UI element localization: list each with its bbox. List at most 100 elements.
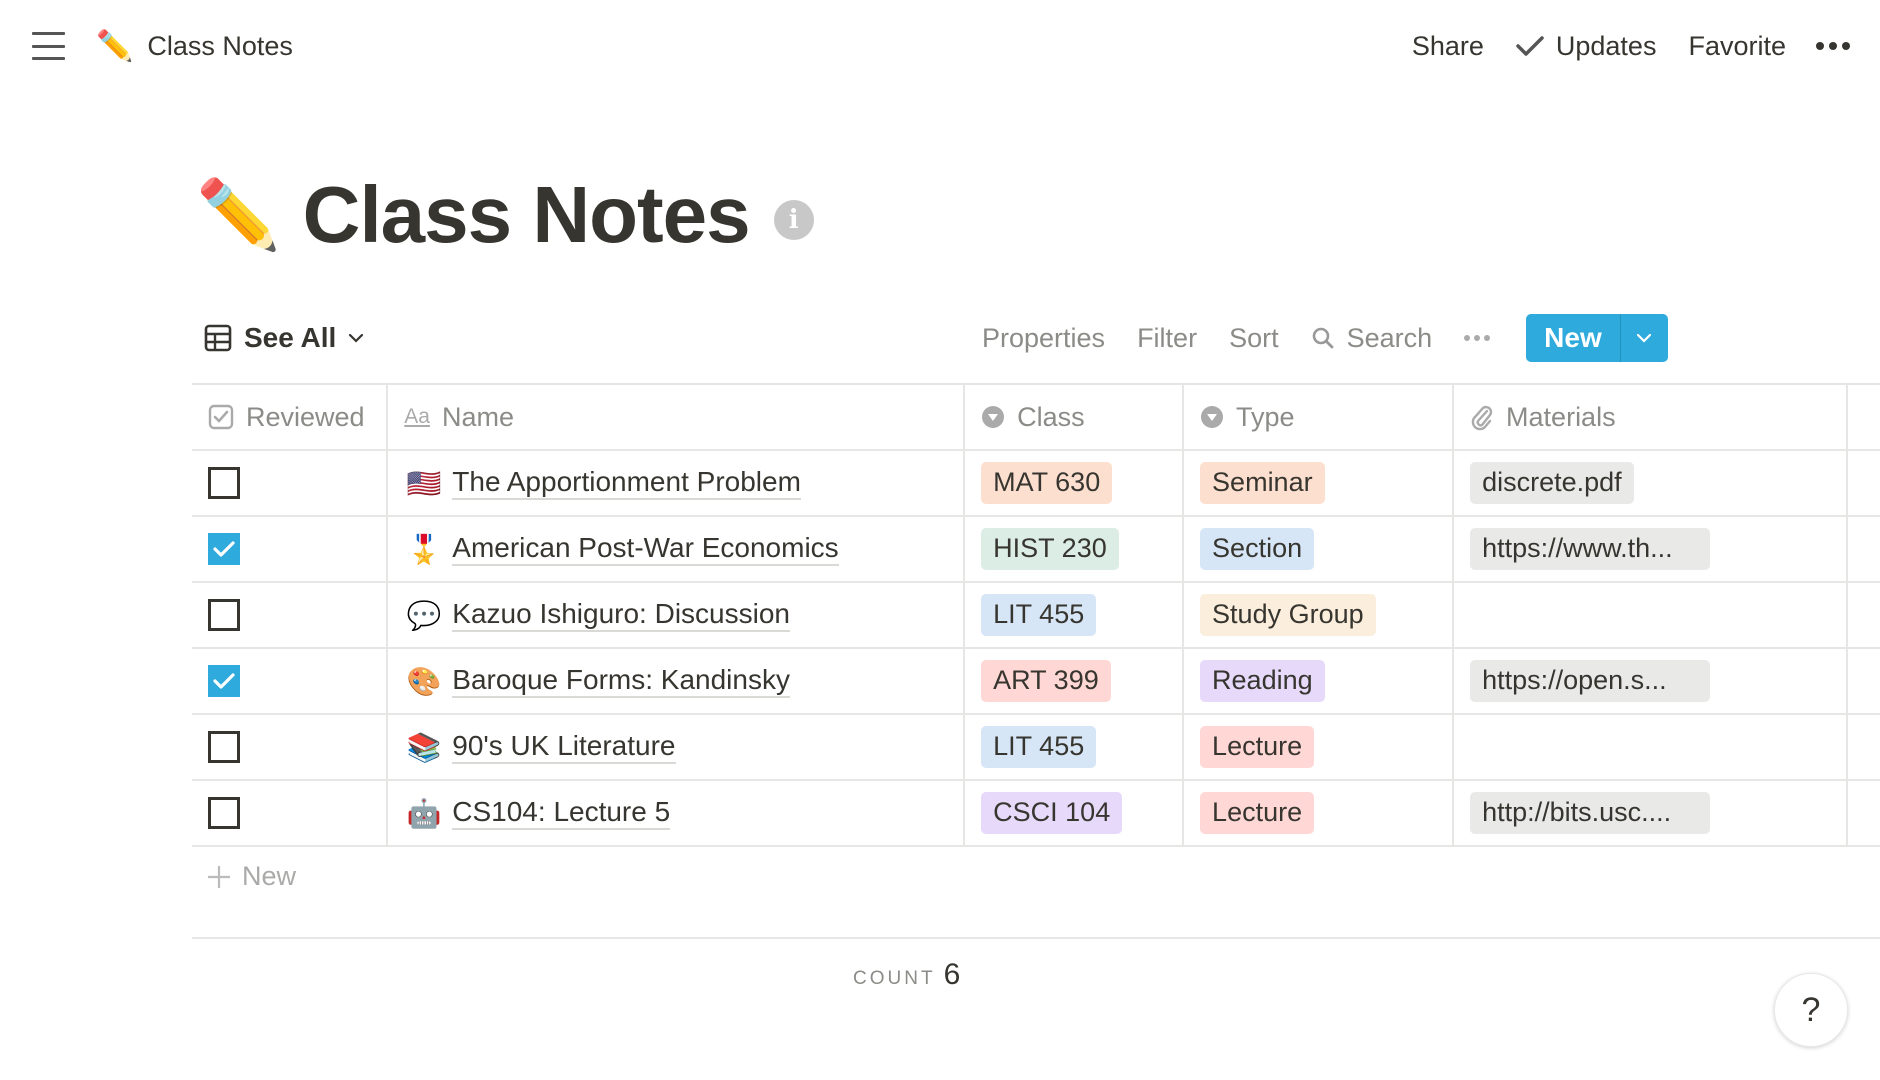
table-row[interactable]: 💬 Kazuo Ishiguro: Discussion LIT 455 Study … [192,583,1880,649]
cell-class[interactable]: HIST 230 [965,517,1185,581]
help-button[interactable]: ? [1774,973,1848,1047]
select-property-icon [1201,406,1224,428]
column-header-name[interactable]: Aa Name [388,385,966,449]
count-summary[interactable]: COUNT 6 [853,958,960,992]
cell-materials[interactable]: https://www.th... [1454,517,1849,581]
column-header-materials[interactable]: Materials [1454,385,1848,449]
new-button[interactable]: New [1526,314,1620,362]
cell-type[interactable]: Study Group [1184,583,1455,647]
pencil-icon[interactable]: ✏️ [196,175,281,255]
reviewed-checkbox[interactable] [208,467,240,499]
page-link[interactable]: Kazuo Ishiguro: Discussion [452,598,790,633]
page-link[interactable]: American Post-War Economics [452,532,839,567]
search-icon [1312,327,1333,349]
page-link[interactable]: CS104: Lecture 5 [452,796,671,831]
column-label: Class [1017,401,1085,432]
page-header: ✏️ Class Notes i [196,165,814,265]
cell-materials[interactable]: discrete.pdf [1454,451,1849,515]
cell-materials[interactable] [1454,715,1849,779]
more-horizontal-icon[interactable] [1816,42,1850,50]
count-value: 6 [943,958,961,991]
select-property-icon [982,406,1005,428]
table-row[interactable]: 🎖️ American Post-War Economics HIST 230 Sec… [192,517,1880,583]
cell-type[interactable]: Lecture [1184,715,1455,779]
cell-spacer [1848,715,1880,779]
table-row[interactable]: 🇺🇸 The Apportionment Problem MAT 630 Semina… [192,451,1880,517]
filter-button[interactable]: Filter [1137,323,1197,354]
table-row[interactable]: 🤖 CS104: Lecture 5 CSCI 104 Lecture http://b… [192,781,1880,847]
database-toolbar: Properties Filter Sort Search New [982,314,1668,362]
cell-materials[interactable] [1454,583,1849,647]
type-tag: Reading [1200,660,1325,702]
cell-type[interactable]: Seminar [1184,451,1455,515]
hamburger-menu-icon[interactable] [32,32,65,60]
table-row[interactable]: 🎨 Baroque Forms: Kandinsky ART 399 Reading h… [192,649,1880,715]
updates-label: Updates [1555,30,1657,61]
type-tag: Lecture [1200,792,1315,834]
class-tag: LIT 455 [981,726,1097,768]
reviewed-checkbox[interactable] [208,599,240,631]
properties-button[interactable]: Properties [982,323,1105,354]
favorite-button[interactable]: Favorite [1688,31,1786,62]
reviewed-checkbox[interactable] [208,731,240,763]
type-tag: Study Group [1200,594,1376,636]
breadcrumb[interactable]: ✏️ Class Notes [96,26,293,66]
page-link[interactable]: 90's UK Literature [452,730,676,765]
add-new-row-button[interactable]: New [206,861,296,892]
cell-spacer [1848,781,1880,845]
sort-button[interactable]: Sort [1229,323,1279,354]
column-label: Type [1236,401,1295,432]
material-link[interactable]: discrete.pdf [1470,462,1634,504]
material-link[interactable]: http://bits.usc.... [1470,792,1711,834]
column-header-reviewed[interactable]: Reviewed [192,385,389,449]
type-tag: Lecture [1200,726,1315,768]
cell-class[interactable]: ART 399 [965,649,1185,713]
column-header-type[interactable]: Type [1184,385,1455,449]
info-icon[interactable]: i [773,200,814,240]
view-selector[interactable]: See All [204,318,364,358]
table-body: 🇺🇸 The Apportionment Problem MAT 630 Semina… [192,451,1880,847]
reviewed-checkbox[interactable] [208,533,240,565]
cell-name: 💬 Kazuo Ishiguro: Discussion [388,583,966,647]
page-title[interactable]: Class Notes [303,169,751,261]
column-header-class[interactable]: Class [965,385,1185,449]
paperclip-icon [1471,405,1493,431]
cell-materials[interactable]: https://open.s... [1454,649,1849,713]
updates-button[interactable]: Updates [1516,30,1657,62]
table-row[interactable]: 📚 90's UK Literature LIT 455 Lecture [192,715,1880,781]
new-button-group: New [1526,314,1668,362]
page-link[interactable]: The Apportionment Problem [452,466,801,501]
reviewed-checkbox[interactable] [208,797,240,829]
cell-reviewed [192,517,389,581]
cell-class[interactable]: LIT 455 [965,583,1185,647]
page-emoji-icon: 🤖 [406,797,442,829]
cell-class[interactable]: MAT 630 [965,451,1185,515]
table-header: Reviewed Aa Name Class Type Materials [192,385,1880,451]
cell-materials[interactable]: http://bits.usc.... [1454,781,1849,845]
page-link[interactable]: Baroque Forms: Kandinsky [452,664,790,699]
cell-reviewed [192,715,389,779]
reviewed-checkbox[interactable] [208,665,240,697]
checkmark-icon [213,541,235,557]
material-link[interactable]: https://open.s... [1470,660,1711,702]
cell-name: 🤖 CS104: Lecture 5 [388,781,966,845]
share-button[interactable]: Share [1412,31,1484,62]
more-options-icon[interactable] [1464,335,1491,341]
cell-name: 🇺🇸 The Apportionment Problem [388,451,966,515]
add-row-label: New [242,861,297,891]
cell-name: 🎖️ American Post-War Economics [388,517,966,581]
cell-class[interactable]: CSCI 104 [965,781,1185,845]
cell-reviewed [192,583,389,647]
breadcrumb-label: Class Notes [147,30,293,61]
plus-icon [208,865,230,888]
cell-type[interactable]: Reading [1184,649,1455,713]
search-button[interactable]: Search [1311,323,1432,354]
cell-class[interactable]: LIT 455 [965,715,1185,779]
cell-type[interactable]: Section [1184,517,1455,581]
checkmark-icon [1516,36,1544,56]
material-link[interactable]: https://www.th... [1470,528,1711,570]
cell-type[interactable]: Lecture [1184,781,1455,845]
new-dropdown-button[interactable] [1619,314,1668,362]
page-emoji-icon: 🎨 [406,665,442,697]
cell-reviewed [192,451,389,515]
